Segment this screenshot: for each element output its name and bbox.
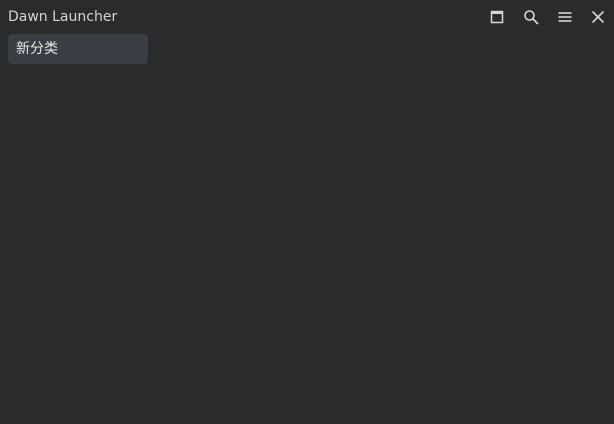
maximize-icon [490, 10, 504, 24]
search-button[interactable] [520, 6, 542, 28]
category-tab-new-category[interactable]: 新分类 [8, 34, 148, 64]
menu-icon [557, 10, 573, 24]
close-button[interactable] [587, 6, 609, 28]
maximize-button[interactable] [486, 6, 508, 28]
close-icon [591, 10, 605, 24]
content-area[interactable] [0, 68, 614, 424]
category-tab-label: 新分类 [16, 41, 58, 57]
menu-button[interactable] [554, 6, 576, 28]
app-title: Dawn Launcher [8, 9, 118, 25]
title-actions [478, 0, 614, 34]
search-icon [523, 9, 539, 25]
app-window: Dawn Launcher 新分类 [0, 0, 614, 424]
title-bar[interactable]: Dawn Launcher [0, 0, 614, 34]
